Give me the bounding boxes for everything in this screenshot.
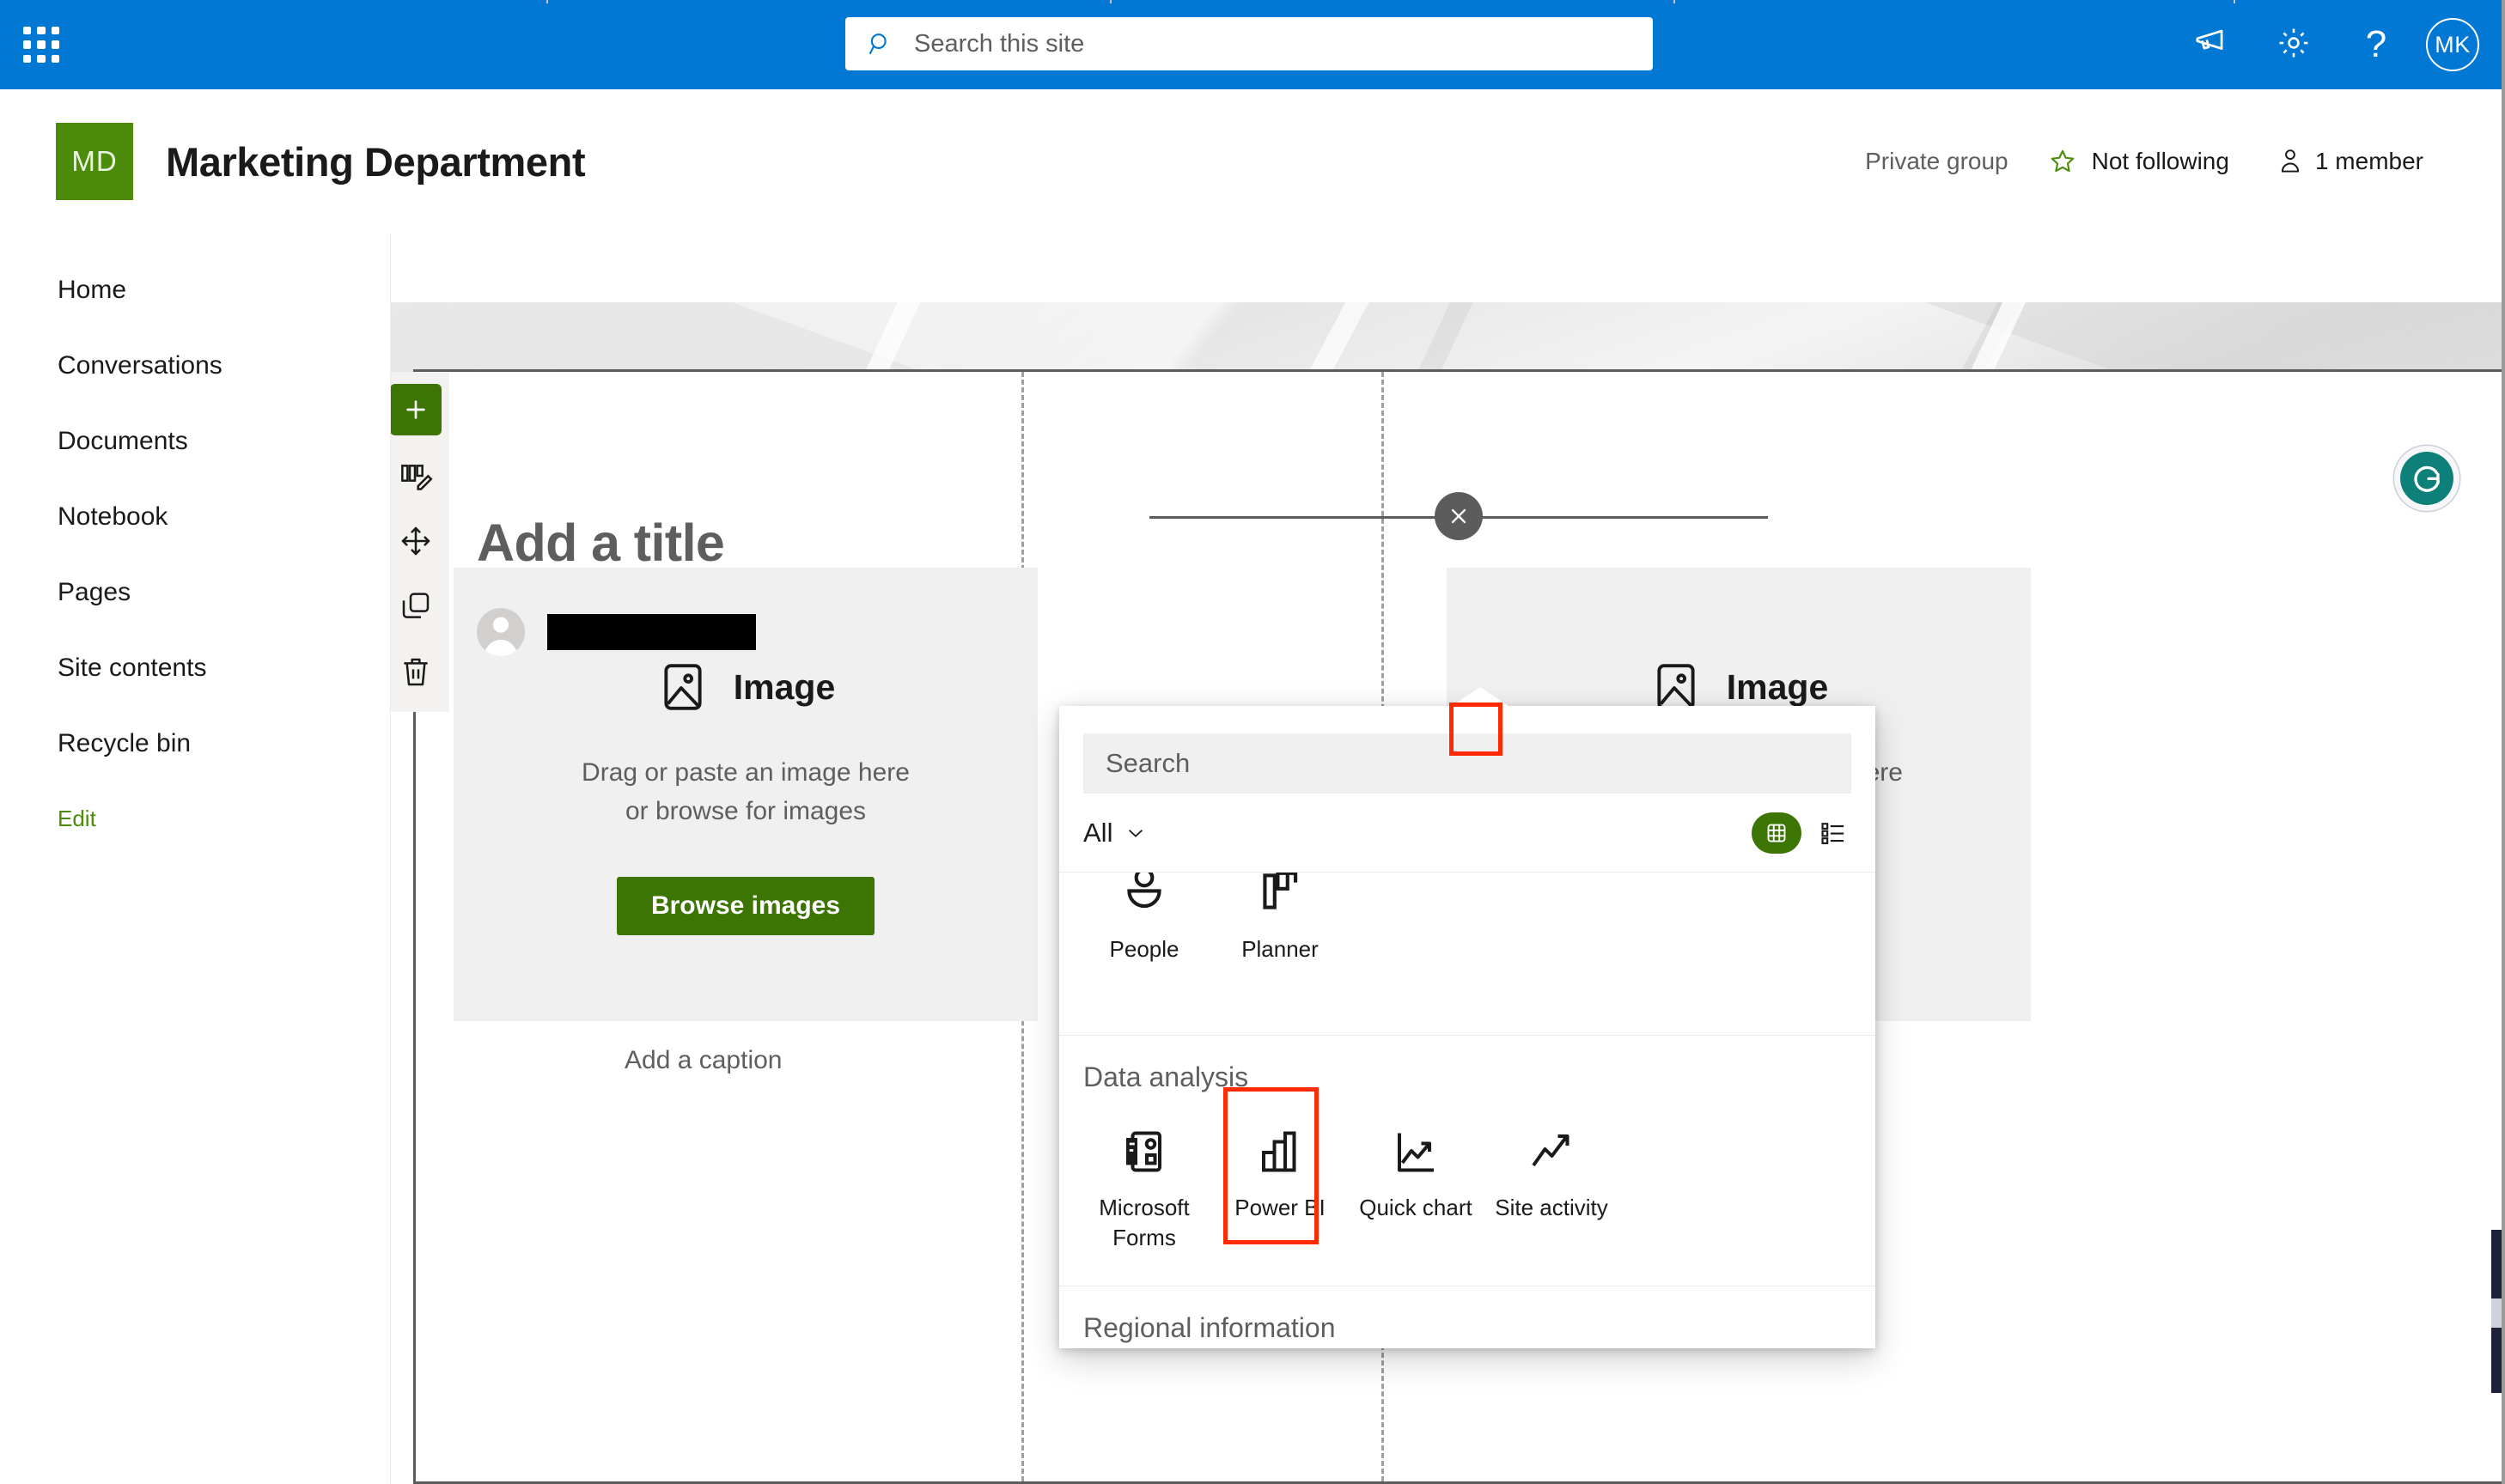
app-launcher-icon xyxy=(23,27,59,63)
toolbox-filter-row: All xyxy=(1059,794,1875,873)
suite-bar-actions: ? MK xyxy=(2170,0,2505,89)
web-part-label: Power BI xyxy=(1234,1195,1326,1221)
instructions-line-2: or browse for images xyxy=(625,797,867,825)
power-bi-icon xyxy=(1254,1112,1306,1177)
redacted-author-name xyxy=(547,614,756,650)
edit-section-icon[interactable] xyxy=(391,451,442,501)
follow-label: Not following xyxy=(2091,148,2229,174)
sidebar-item-label: Notebook xyxy=(58,502,168,531)
toolbox-section-title-regional-information: Regional information xyxy=(1083,1312,1336,1344)
sidebar-item-notebook[interactable]: Notebook xyxy=(0,479,390,555)
follow-button[interactable]: Not following xyxy=(2048,147,2229,176)
author-avatar xyxy=(477,608,525,656)
toolbox-scroll-area[interactable]: People Planner Data analysis Microsoft F… xyxy=(1059,873,1875,1348)
web-part-row-data-analysis: Microsoft Forms Power BI Quick chart Sit… xyxy=(1059,1098,1875,1270)
sidebar-item-label: Conversations xyxy=(58,351,222,380)
web-part-site-activity[interactable]: Site activity xyxy=(1484,1098,1619,1270)
site-search-input[interactable] xyxy=(914,29,1630,58)
web-part-row-partial: People Planner xyxy=(1059,873,1875,982)
site-logo[interactable]: MD xyxy=(56,123,133,200)
browser-chrome-ticks xyxy=(0,0,2505,3)
sidebar-item-pages[interactable]: Pages xyxy=(0,555,390,630)
sidebar-item-label: Documents xyxy=(58,427,188,455)
megaphone-button[interactable] xyxy=(2170,0,2252,89)
toolbox-search-input[interactable] xyxy=(1106,748,1829,779)
category-filter-label: All xyxy=(1083,817,1113,848)
sidebar-item-home[interactable]: Home xyxy=(0,252,390,328)
web-part-toolbox: All xyxy=(1059,706,1875,1348)
edit-navigation-link[interactable]: Edit xyxy=(0,797,390,840)
add-section-button[interactable] xyxy=(391,384,442,435)
grammarly-button[interactable] xyxy=(2400,452,2453,505)
members-label: 1 member xyxy=(2314,148,2423,174)
sidebar-item-recycle-bin[interactable]: Recycle bin xyxy=(0,706,390,782)
hero-title-placeholder[interactable]: Add a title xyxy=(477,513,725,573)
image-web-part-title: Image xyxy=(1726,666,1829,707)
close-toolbox-button[interactable] xyxy=(1435,492,1483,540)
web-part-label: Site activity xyxy=(1495,1195,1608,1221)
people-icon xyxy=(1118,873,1171,919)
members-button[interactable]: 1 member xyxy=(2277,148,2423,175)
list-view-button[interactable] xyxy=(1813,813,1853,853)
image-web-part-instructions: Drag or paste an image here or browse fo… xyxy=(582,753,910,830)
web-part-label: People xyxy=(1109,936,1179,962)
toolbox-view-toggle xyxy=(1752,812,1853,854)
question-mark-icon: ? xyxy=(2365,23,2387,65)
image-caption-placeholder-left[interactable]: Add a caption xyxy=(625,1046,782,1075)
app-launcher-button[interactable] xyxy=(0,0,82,89)
web-part-label: Microsoft Forms xyxy=(1099,1195,1190,1251)
planner-icon xyxy=(1253,873,1307,919)
image-placeholder-icon xyxy=(656,660,710,714)
sidebar-item-label: Recycle bin xyxy=(58,729,192,757)
section-toolbar xyxy=(391,372,449,712)
gear-icon xyxy=(2276,25,2312,65)
quick-chart-icon xyxy=(1390,1112,1441,1177)
instructions-line-1: Drag or paste an image here xyxy=(582,758,910,787)
web-part-power-bi[interactable]: Power BI xyxy=(1212,1098,1348,1270)
web-part-microsoft-forms[interactable]: Microsoft Forms xyxy=(1076,1098,1212,1270)
toolbox-caret xyxy=(1449,687,1511,708)
toolbox-search-box[interactable] xyxy=(1083,733,1851,794)
help-button[interactable]: ? xyxy=(2335,0,2417,89)
search-icon xyxy=(868,31,893,57)
sidebar-item-documents[interactable]: Documents xyxy=(0,404,390,479)
megaphone-icon xyxy=(2192,24,2230,66)
image-web-part-title: Image xyxy=(733,666,836,707)
web-part-quick-chart[interactable]: Quick chart xyxy=(1348,1098,1484,1270)
sidebar-item-conversations[interactable]: Conversations xyxy=(0,328,390,404)
avatar[interactable]: MK xyxy=(2426,18,2479,71)
page-title[interactable]: Marketing Department xyxy=(166,138,586,186)
sidebar-item-label: Pages xyxy=(58,578,131,606)
web-part-label: Quick chart xyxy=(1359,1195,1472,1221)
sidebar-item-label: Home xyxy=(58,276,127,304)
site-activity-icon xyxy=(1526,1112,1577,1177)
window-right-edge xyxy=(2502,0,2505,1484)
left-navigation: Home Conversations Documents Notebook Pa… xyxy=(0,234,391,1484)
duplicate-section-icon[interactable] xyxy=(391,581,442,631)
site-header-actions: Private group Not following 1 member xyxy=(1865,89,2423,234)
web-part-planner[interactable]: Planner xyxy=(1212,873,1348,982)
site-search-box[interactable] xyxy=(845,17,1653,70)
move-section-icon[interactable] xyxy=(391,516,442,566)
toolbox-section-title-data-analysis: Data analysis xyxy=(1083,1061,1249,1093)
hero-byline xyxy=(477,608,756,656)
sidebar-item-site-contents[interactable]: Site contents xyxy=(0,630,390,706)
web-part-label: Planner xyxy=(1241,936,1319,962)
person-icon xyxy=(2277,148,2303,175)
category-filter-dropdown[interactable]: All xyxy=(1083,818,1147,848)
site-header: MD Marketing Department Private group No… xyxy=(0,89,2505,234)
browse-images-button[interactable]: Browse images xyxy=(616,877,875,935)
chevron-down-icon xyxy=(1125,822,1147,844)
microsoft-forms-icon xyxy=(1118,1112,1170,1177)
suite-bar: ? MK xyxy=(0,0,2505,89)
web-part-people[interactable]: People xyxy=(1076,873,1212,982)
settings-button[interactable] xyxy=(2252,0,2335,89)
sidebar-item-label: Site contents xyxy=(58,654,207,682)
grid-view-button[interactable] xyxy=(1752,812,1801,854)
delete-section-icon[interactable] xyxy=(391,647,442,696)
privacy-label: Private group xyxy=(1865,148,2008,174)
star-icon xyxy=(2048,147,2077,176)
